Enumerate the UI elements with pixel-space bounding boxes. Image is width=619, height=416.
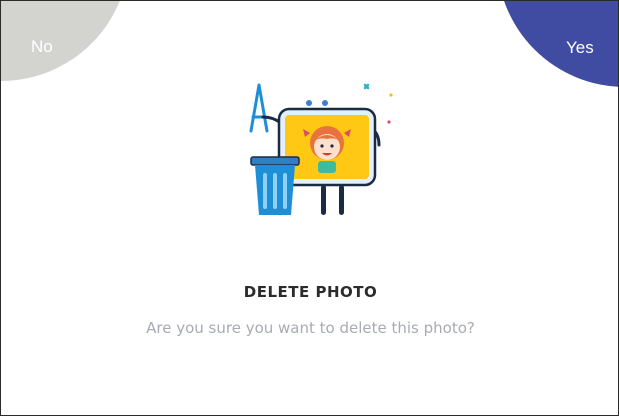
yes-button[interactable]: Yes bbox=[497, 1, 618, 87]
dialog-message: Are you sure you want to delete this pho… bbox=[146, 319, 475, 337]
delete-photo-dialog: No Yes DELETE PHOTO Are you sure you wan… bbox=[0, 0, 619, 416]
photo-frame-with-trash-icon bbox=[249, 83, 393, 215]
dialog-title: DELETE PHOTO bbox=[243, 283, 378, 301]
no-button-label: No bbox=[31, 37, 53, 56]
yes-button-label: Yes bbox=[566, 38, 594, 57]
no-button[interactable]: No bbox=[1, 1, 129, 81]
